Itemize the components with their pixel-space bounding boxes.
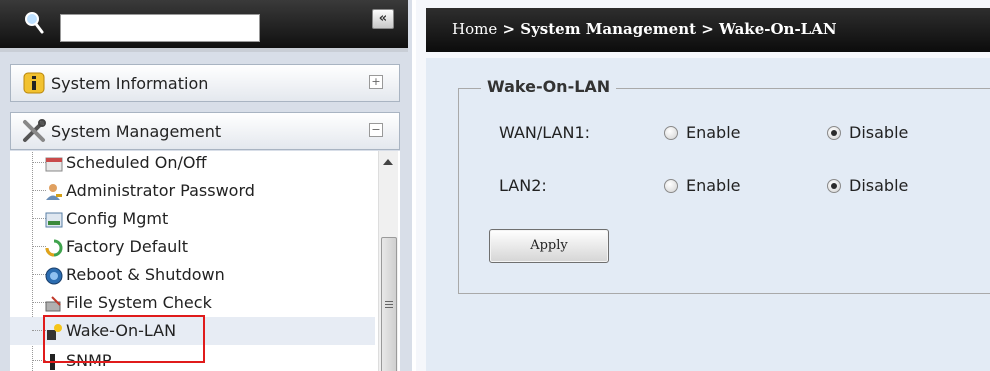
scroll-up-icon[interactable] <box>383 159 393 165</box>
sidebar-item-label: Factory Default <box>66 237 188 256</box>
grip-icon <box>385 301 393 308</box>
section-label: System Information <box>51 74 209 93</box>
sidebar-item-factory-default[interactable]: Factory Default <box>10 233 375 261</box>
scrollbar-thumb[interactable] <box>381 237 397 371</box>
sidebar-scrollbar[interactable] <box>378 151 398 371</box>
fieldset-legend: Wake-On-LAN <box>481 77 617 96</box>
sidebar: « System Information + System Management… <box>0 0 412 371</box>
info-icon <box>23 72 45 94</box>
breadcrumb-bar: Home > System Management > Wake-On-LAN <box>426 8 990 52</box>
lan2-enable-label[interactable]: Enable <box>686 176 741 195</box>
breadcrumb-current: Wake-On-LAN <box>719 20 837 38</box>
section-system-management[interactable]: System Management − <box>10 112 400 150</box>
sidebar-item-label: Reboot & Shutdown <box>66 265 225 284</box>
apply-button[interactable]: Apply <box>489 229 609 263</box>
disk-check-icon <box>45 296 61 312</box>
breadcrumb-section[interactable]: System Management <box>520 20 696 38</box>
breadcrumb-home[interactable]: Home <box>452 20 497 38</box>
wan-lan1-label: WAN/LAN1: <box>499 123 591 142</box>
sidebar-item-administrator-password[interactable]: Administrator Password <box>10 177 375 205</box>
wake-on-lan-fieldset: Wake-On-LAN WAN/LAN1: Enable Disable LAN… <box>458 77 990 294</box>
collapse-sidebar-button[interactable]: « <box>372 9 394 29</box>
sidebar-item-label: File System Check <box>66 293 212 312</box>
section-system-information[interactable]: System Information + <box>10 64 400 102</box>
sidebar-item-scheduled-on-off[interactable]: Scheduled On/Off <box>10 151 375 177</box>
section-label: System Management <box>51 122 222 141</box>
main-panel: Home > System Management > Wake-On-LAN W… <box>416 0 990 371</box>
wan-lan1-disable-label[interactable]: Disable <box>849 123 908 142</box>
user-key-icon <box>46 184 62 200</box>
breadcrumb: Home > System Management > Wake-On-LAN <box>452 20 837 38</box>
wan-lan1-disable-radio[interactable] <box>827 126 841 140</box>
lan2-disable-radio[interactable] <box>827 179 841 193</box>
tools-icon <box>23 119 46 142</box>
highlight-annotation <box>43 315 205 363</box>
sidebar-item-config-mgmt[interactable]: Config Mgmt <box>10 205 375 233</box>
sidebar-item-file-system-check[interactable]: File System Check <box>10 289 375 317</box>
collapse-icon[interactable]: − <box>369 123 383 137</box>
sidebar-item-reboot-shutdown[interactable]: Reboot & Shutdown <box>10 261 375 289</box>
wan-lan1-enable-label[interactable]: Enable <box>686 123 741 142</box>
lan2-label: LAN2: <box>499 176 547 195</box>
search-input[interactable] <box>60 14 260 42</box>
breadcrumb-separator: > <box>497 20 521 38</box>
wan-lan1-enable-radio[interactable] <box>664 126 678 140</box>
power-icon <box>45 267 63 285</box>
breadcrumb-separator: > <box>696 20 720 38</box>
lan2-enable-radio[interactable] <box>664 179 678 193</box>
lan2-disable-label[interactable]: Disable <box>849 176 908 195</box>
calendar-icon <box>45 157 63 172</box>
refresh-icon <box>45 239 63 257</box>
content-area: Wake-On-LAN WAN/LAN1: Enable Disable LAN… <box>426 58 990 371</box>
sidebar-item-label: Scheduled On/Off <box>66 153 207 172</box>
config-icon <box>45 212 63 228</box>
sidebar-item-label: Administrator Password <box>66 181 255 200</box>
search-bar: « <box>0 0 408 52</box>
search-icon[interactable] <box>24 11 44 35</box>
expand-icon[interactable]: + <box>369 75 383 89</box>
sidebar-item-label: Config Mgmt <box>66 209 169 228</box>
